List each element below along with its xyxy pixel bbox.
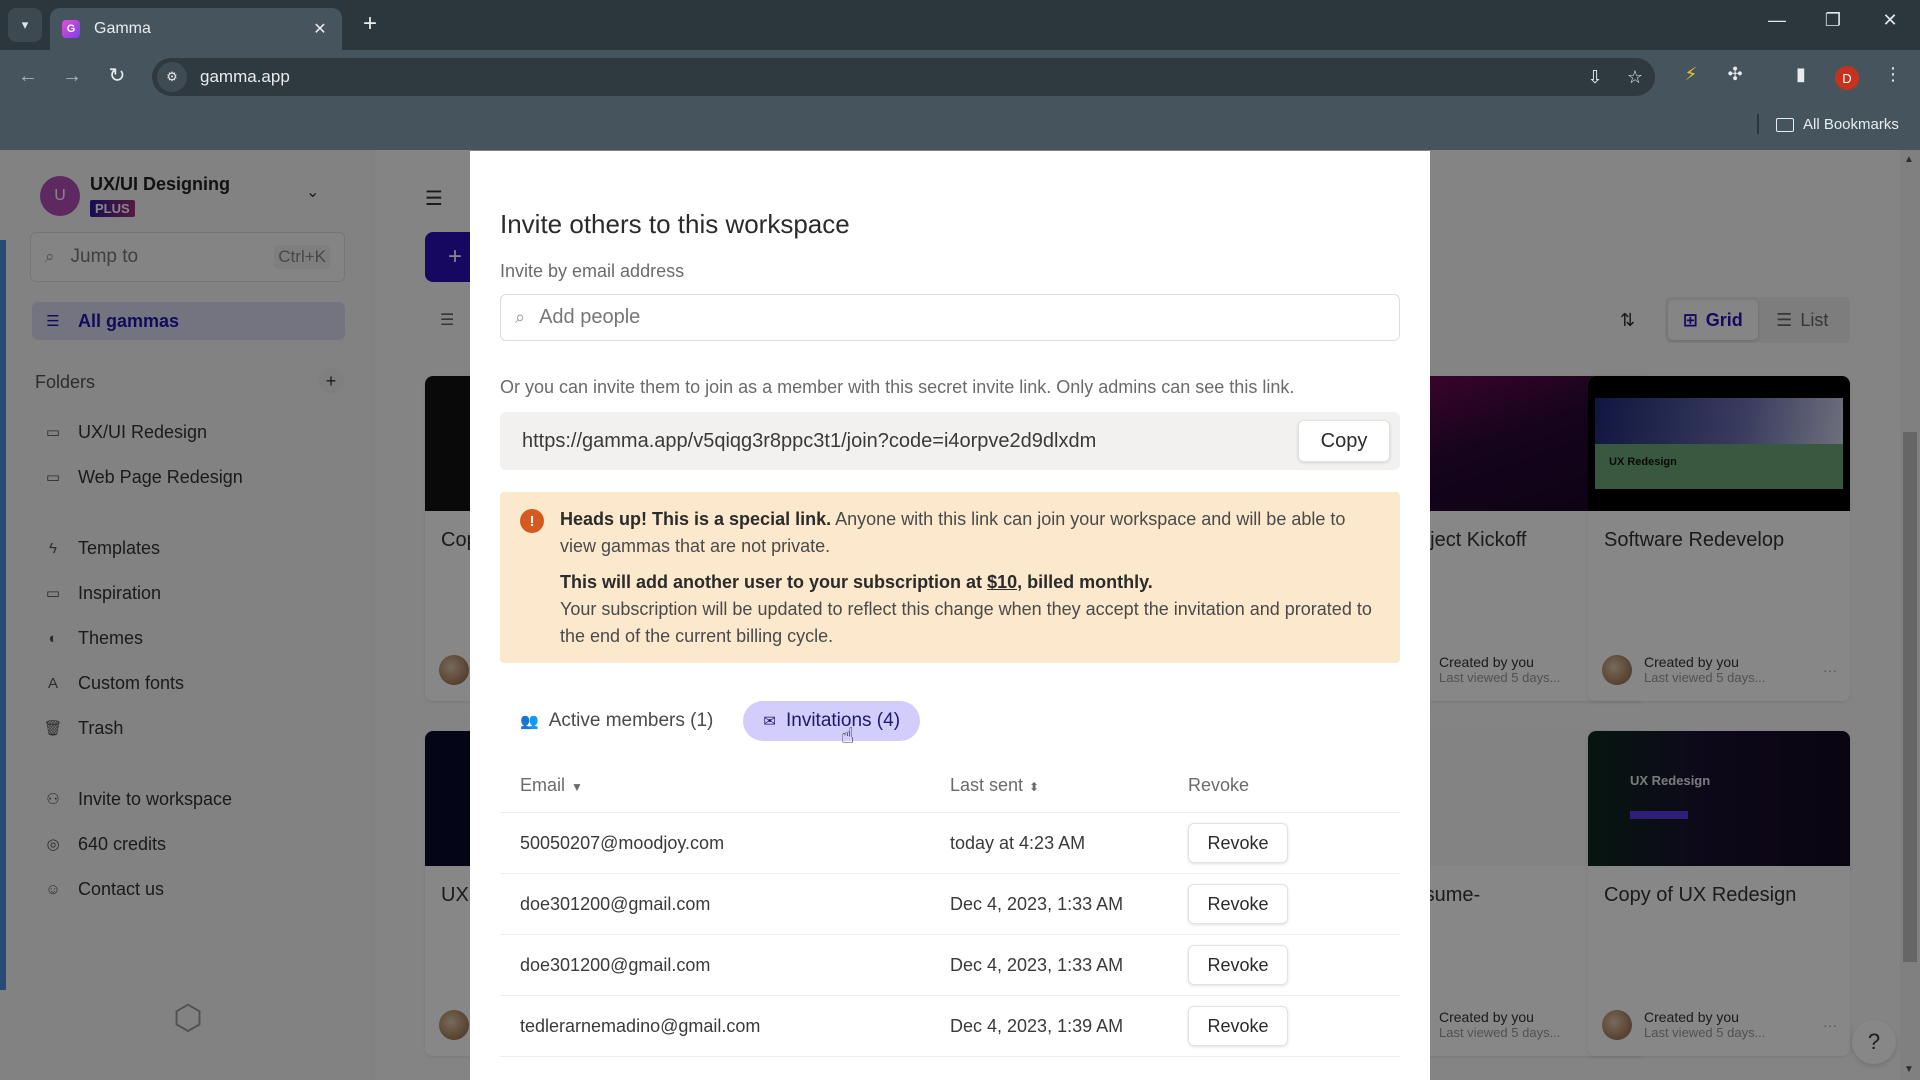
- site-info-icon[interactable]: ⚙: [157, 62, 187, 92]
- invite-last-sent: Dec 4, 2023, 1:33 AM: [950, 893, 1124, 914]
- add-people-input[interactable]: [539, 306, 1399, 329]
- window-close-icon[interactable]: ✕: [1870, 10, 1910, 31]
- restore-icon[interactable]: ❐: [1813, 10, 1853, 31]
- invite-modal: Invite others to this workspace Invite b…: [470, 151, 1430, 1080]
- all-bookmarks-label: All Bookmarks: [1803, 116, 1899, 133]
- bookmark-star-icon[interactable]: ☆: [1615, 67, 1655, 88]
- table-row: doe301200@gmail.com Dec 4, 2023, 1:33 AM…: [500, 874, 1400, 935]
- invite-email-label: Invite by email address: [500, 261, 685, 281]
- table-row: tedlerarnemadino@gmail.com Dec 4, 2023, …: [500, 996, 1400, 1057]
- revoke-button[interactable]: Revoke: [1188, 1006, 1288, 1046]
- table-row: doe301200@gmail.com Dec 4, 2023, 1:33 AM…: [500, 935, 1400, 996]
- invite-last-sent: Dec 4, 2023, 1:33 AM: [950, 954, 1124, 975]
- warning-icon: !: [520, 509, 544, 533]
- folder-icon: [1776, 117, 1794, 132]
- invite-link-text[interactable]: https://gamma.app/v5qiqg3r8ppc3t1/join?c…: [522, 430, 1298, 453]
- browser-menu-icon[interactable]: ⋮: [1878, 64, 1908, 85]
- revoke-button[interactable]: Revoke: [1188, 823, 1288, 863]
- sort-down-icon: ▼: [571, 779, 583, 794]
- billing-text-suffix: , billed monthly.: [1017, 572, 1153, 592]
- last-sent-header-label: Last sent: [950, 774, 1024, 795]
- warning-heading: Heads up! This is a special link.: [560, 509, 832, 529]
- invite-email: doe301200@gmail.com: [520, 893, 711, 914]
- sort-both-icon: ⬍: [1029, 779, 1040, 794]
- tab-label: Active members (1): [548, 710, 714, 731]
- browser-tab-strip: ▾ G Gamma ✕ + — ❐ ✕: [0, 0, 1920, 50]
- invite-link-hint: Or you can invite them to join as a memb…: [500, 377, 1295, 397]
- warning-paragraph-2: This will add another user to your subsc…: [560, 569, 1380, 650]
- search-icon: ⌕: [515, 307, 526, 327]
- add-people-field[interactable]: ⌕: [500, 294, 1400, 341]
- table-header: Email ▼ Last sent ⬍ Revoke: [500, 758, 1400, 813]
- billing-note: Your subscription will be updated to ref…: [560, 599, 1372, 646]
- gamma-favicon-icon: G: [62, 20, 80, 38]
- people-icon: 👥: [520, 713, 539, 730]
- special-link-warning: ! Heads up! This is a special link. Anyo…: [500, 492, 1400, 663]
- modal-title: Invite others to this workspace: [500, 209, 850, 239]
- tab-search-button[interactable]: ▾: [8, 8, 42, 42]
- bookmarks-divider: [1757, 114, 1759, 134]
- profile-avatar[interactable]: D: [1835, 66, 1859, 90]
- email-column-header[interactable]: Email ▼: [500, 775, 950, 796]
- member-tabs: 👥 Active members (1) ✉ Invitations (4): [500, 701, 921, 741]
- back-icon[interactable]: ←: [12, 62, 44, 90]
- extension-bolt-icon[interactable]: ⚡: [1676, 64, 1706, 85]
- revoke-button[interactable]: Revoke: [1188, 945, 1288, 985]
- invite-email: 50050207@moodjoy.com: [520, 832, 725, 853]
- install-app-icon[interactable]: ⇩: [1575, 67, 1615, 88]
- email-header-label: Email: [520, 774, 566, 795]
- invite-email: tedlerarnemadino@gmail.com: [520, 1015, 761, 1036]
- revoke-column-header: Revoke: [1188, 774, 1250, 795]
- warning-paragraph-1: Heads up! This is a special link. Anyone…: [560, 506, 1380, 560]
- reload-icon[interactable]: ↻: [101, 62, 133, 90]
- chevron-down-icon: ▾: [21, 17, 29, 32]
- table-row: 50050207@moodjoy.com today at 4:23 AM Re…: [500, 813, 1400, 874]
- all-bookmarks-button[interactable]: All Bookmarks: [1776, 116, 1899, 133]
- invite-email: doe301200@gmail.com: [520, 954, 711, 975]
- browser-toolbar: ← → ↻ ⚙ gamma.app ⇩ ☆: [0, 50, 1920, 102]
- envelope-icon: ✉: [763, 713, 776, 730]
- last-sent-column-header[interactable]: Last sent ⬍: [950, 775, 1188, 796]
- bookmarks-bar: All Bookmarks: [0, 102, 1920, 150]
- copy-link-button[interactable]: Copy: [1298, 420, 1390, 462]
- invitations-table: Email ▼ Last sent ⬍ Revoke 50050207@moodjo…: [500, 758, 1400, 1057]
- new-tab-button[interactable]: +: [355, 10, 385, 38]
- forward-icon[interactable]: →: [56, 62, 88, 90]
- tab-title: Gamma: [94, 20, 151, 37]
- close-tab-icon[interactable]: ✕: [310, 19, 330, 39]
- side-panel-icon[interactable]: ▮: [1786, 64, 1816, 85]
- tab-invitations[interactable]: ✉ Invitations (4): [743, 701, 921, 741]
- minimize-icon[interactable]: —: [1757, 10, 1797, 31]
- url-text[interactable]: gamma.app: [200, 67, 1575, 87]
- browser-tab-gamma[interactable]: G Gamma ✕: [50, 8, 342, 50]
- hand-cursor-icon: ☝: [841, 723, 855, 748]
- invite-link-box: https://gamma.app/v5qiqg3r8ppc3t1/join?c…: [500, 412, 1400, 470]
- invite-last-sent: today at 4:23 AM: [950, 832, 1086, 853]
- tab-active-members[interactable]: 👥 Active members (1): [500, 701, 733, 741]
- address-bar[interactable]: ⚙ gamma.app ⇩ ☆: [152, 58, 1655, 96]
- billing-text-prefix: This will add another user to your subsc…: [560, 572, 988, 592]
- extensions-puzzle-icon[interactable]: ✣: [1720, 64, 1750, 85]
- invite-last-sent: Dec 4, 2023, 1:39 AM: [950, 1015, 1124, 1036]
- price-link[interactable]: $10: [987, 572, 1017, 592]
- revoke-button[interactable]: Revoke: [1188, 884, 1288, 924]
